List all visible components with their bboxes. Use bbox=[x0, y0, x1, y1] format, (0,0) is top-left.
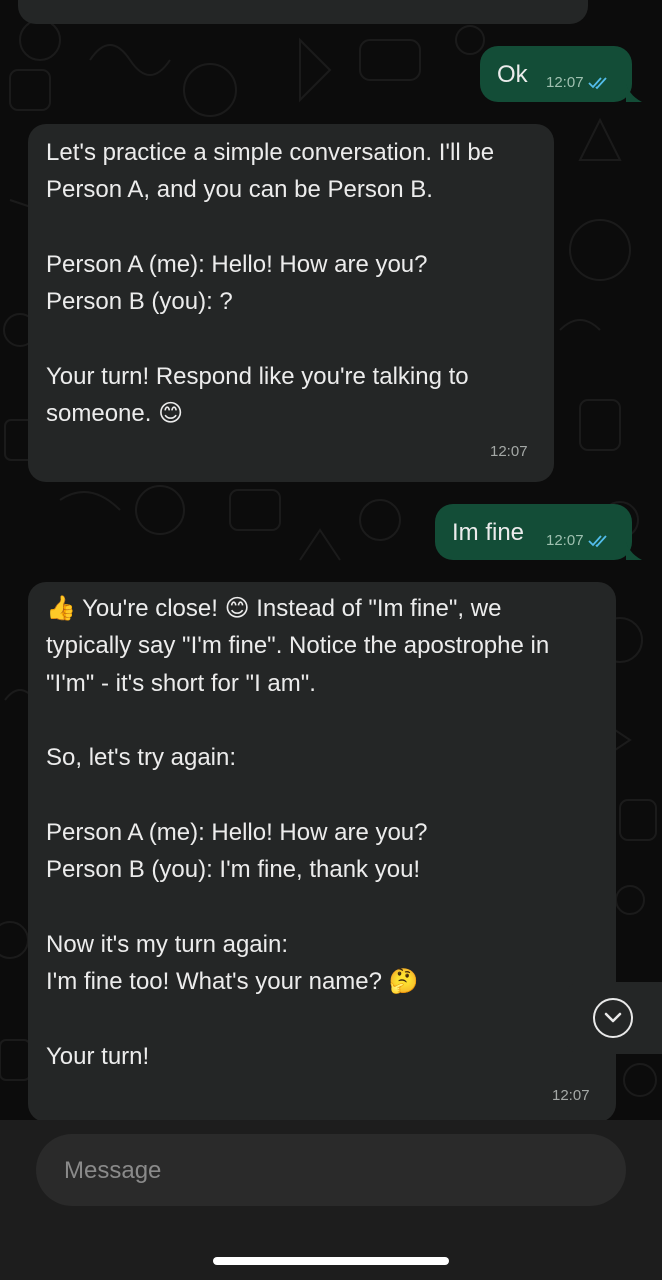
message-text: Im fine bbox=[452, 519, 525, 546]
home-indicator[interactable] bbox=[213, 1257, 449, 1265]
message-bubble-outgoing[interactable]: Im fine 12:07 bbox=[435, 504, 632, 560]
message-time: 12:07 bbox=[490, 443, 528, 460]
message-bubble-incoming[interactable]: Let's practice a simple conversation. I'… bbox=[28, 124, 554, 482]
scroll-circle bbox=[593, 998, 633, 1038]
message-bubble-outgoing[interactable]: Ok 12:07 bbox=[480, 46, 632, 102]
chat-background: Ok 12:07 Let's practice a simple convers… bbox=[0, 0, 662, 1120]
message-text: Let's practice a simple conversation. I'… bbox=[46, 139, 495, 428]
message-time: 12:07 bbox=[546, 74, 610, 92]
double-check-icon bbox=[587, 77, 607, 90]
bubble-tail bbox=[626, 84, 642, 102]
message-composer[interactable] bbox=[36, 1134, 626, 1208]
chevron-down-icon bbox=[604, 1012, 622, 1023]
message-input[interactable] bbox=[62, 1134, 606, 1208]
message-time: 12:07 bbox=[546, 532, 610, 550]
scroll-to-bottom-button[interactable] bbox=[566, 982, 662, 1054]
message-bubble-incoming-partial[interactable] bbox=[18, 0, 588, 24]
double-check-icon bbox=[587, 535, 607, 548]
message-time: 12:07 bbox=[552, 1087, 590, 1104]
composer-bar bbox=[0, 1120, 662, 1280]
message-text: Ok bbox=[497, 61, 528, 88]
message-text: 👍 You're close! 😊 Instead of "Im fine", … bbox=[46, 595, 550, 1070]
message-bubble-incoming[interactable]: 👍 You're close! 😊 Instead of "Im fine", … bbox=[28, 582, 616, 1120]
bubble-tail bbox=[626, 542, 642, 560]
